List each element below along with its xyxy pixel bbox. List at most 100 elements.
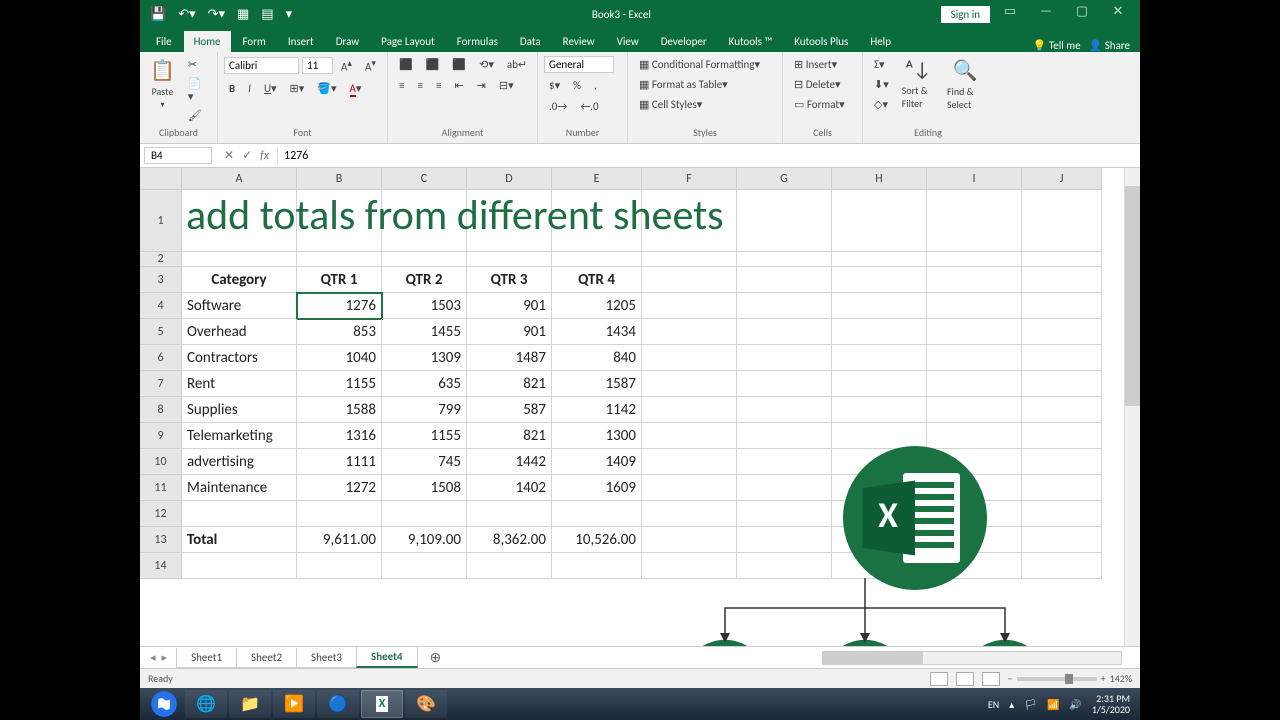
cell[interactable]: 9,109.00: [382, 527, 467, 553]
cell[interactable]: 1487: [467, 345, 552, 371]
cell[interactable]: advertising: [182, 449, 297, 475]
underline-button[interactable]: U▾: [259, 80, 282, 97]
cell[interactable]: 8,362.00: [467, 527, 552, 553]
cell[interactable]: 1455: [382, 319, 467, 345]
accounting-icon[interactable]: $▾: [544, 77, 565, 94]
taskbar-media-icon[interactable]: ▶️: [273, 690, 315, 718]
cell[interactable]: 10,526.00: [552, 527, 642, 553]
maximize-icon[interactable]: ▢: [1066, 4, 1098, 24]
tray-action-icon[interactable]: 🏳: [1024, 698, 1037, 711]
row-header[interactable]: 14: [140, 553, 182, 579]
tab-kutools-plus[interactable]: Kutools Plus: [784, 31, 858, 52]
tray-clock[interactable]: 2:31 PM 1/5/2020: [1092, 693, 1130, 715]
tab-view[interactable]: View: [607, 31, 649, 52]
cell[interactable]: 821: [467, 371, 552, 397]
tray-network-icon[interactable]: 📶: [1047, 698, 1059, 711]
cell[interactable]: 901: [467, 319, 552, 345]
align-center-icon[interactable]: ≡: [412, 77, 427, 94]
cell[interactable]: Rent: [182, 371, 297, 397]
cut-icon[interactable]: ✂: [183, 56, 211, 73]
sheet-nav-prev-icon[interactable]: ◂: [150, 651, 156, 664]
tray-lang[interactable]: EN: [988, 698, 999, 711]
merge-icon[interactable]: ⊟▾: [494, 77, 519, 94]
save-icon[interactable]: 💾: [150, 7, 166, 22]
clear-icon[interactable]: ◇▾: [869, 96, 894, 113]
worksheet-grid[interactable]: A B C D E F G H I J 1 2 3 4 5 6 7 8 9 10…: [140, 168, 1140, 646]
cell[interactable]: 1155: [382, 423, 467, 449]
decrease-font-icon[interactable]: A▾: [360, 56, 381, 76]
orientation-icon[interactable]: ⟲▾: [474, 56, 499, 73]
sort-filter-button[interactable]: ᴬ↓Sort & Filter: [898, 56, 939, 112]
zoom-level[interactable]: 142%: [1110, 672, 1132, 685]
cell[interactable]: 1205: [552, 293, 642, 319]
tab-page-layout[interactable]: Page Layout: [371, 31, 445, 52]
cell[interactable]: QTR 2: [382, 267, 467, 293]
sheet-nav-next-icon[interactable]: ▸: [162, 651, 168, 664]
cell[interactable]: Total: [182, 527, 297, 553]
tab-file[interactable]: File: [146, 31, 182, 52]
italic-button[interactable]: I: [243, 80, 256, 97]
col-header[interactable]: I: [927, 168, 1022, 190]
tab-draw[interactable]: Draw: [326, 31, 369, 52]
cell[interactable]: 799: [382, 397, 467, 423]
taskbar-ie-icon[interactable]: 🌐: [185, 690, 227, 718]
row-header[interactable]: 5: [140, 319, 182, 345]
cell[interactable]: QTR 1: [297, 267, 382, 293]
cell[interactable]: 1409: [552, 449, 642, 475]
cell[interactable]: 1609: [552, 475, 642, 501]
vertical-scrollbar[interactable]: [1124, 168, 1140, 646]
cell[interactable]: 1272: [297, 475, 382, 501]
ribbon-options-icon[interactable]: ▭: [994, 4, 1026, 24]
col-header[interactable]: D: [467, 168, 552, 190]
taskbar-excel-icon[interactable]: X: [361, 690, 403, 718]
zoom-slider[interactable]: [1017, 677, 1097, 681]
cell-styles-button[interactable]: ▦ Cell Styles▾: [634, 96, 776, 113]
row-header[interactable]: 9: [140, 423, 182, 449]
taskbar-explorer-icon[interactable]: 📁: [229, 690, 271, 718]
cell[interactable]: 9,611.00: [297, 527, 382, 553]
col-header[interactable]: F: [642, 168, 737, 190]
tab-data[interactable]: Data: [510, 31, 551, 52]
increase-font-icon[interactable]: A▴: [336, 56, 357, 76]
tab-kutools[interactable]: Kutools ™: [719, 31, 783, 52]
formula-input[interactable]: 1276: [277, 147, 1140, 165]
tab-form[interactable]: Form: [233, 31, 276, 52]
tray-arrow-icon[interactable]: ▴: [1009, 698, 1014, 711]
row-header[interactable]: 3: [140, 267, 182, 293]
row-header[interactable]: 11: [140, 475, 182, 501]
align-right-icon[interactable]: ≡: [431, 77, 446, 94]
tab-insert[interactable]: Insert: [278, 31, 324, 52]
undo-icon[interactable]: ↶▾: [178, 7, 195, 22]
font-size-combo[interactable]: 11: [302, 57, 333, 74]
row-header[interactable]: 4: [140, 293, 182, 319]
zoom-in-icon[interactable]: +: [1101, 672, 1106, 685]
cell[interactable]: 1508: [382, 475, 467, 501]
cell[interactable]: 1040: [297, 345, 382, 371]
fill-icon[interactable]: ⬇▾: [869, 76, 894, 93]
row-header[interactable]: 2: [140, 252, 182, 267]
horizontal-scrollbar[interactable]: [822, 651, 1122, 665]
cell[interactable]: Telemarketing: [182, 423, 297, 449]
fill-color-icon[interactable]: 🪣▾: [312, 80, 341, 97]
delete-cells-button[interactable]: ⊟ Delete▾: [789, 76, 856, 93]
page-break-view-icon[interactable]: [982, 672, 1000, 686]
cell[interactable]: 840: [552, 345, 642, 371]
inc-decimal-icon[interactable]: .0→: [544, 98, 572, 115]
cell[interactable]: 1588: [297, 397, 382, 423]
cell-selected[interactable]: 1276: [297, 293, 382, 319]
cell[interactable]: 901: [467, 293, 552, 319]
sheet-tab[interactable]: Sheet1: [176, 648, 237, 668]
cell[interactable]: 1503: [382, 293, 467, 319]
font-color-icon[interactable]: A▾: [345, 80, 367, 97]
qat-icon[interactable]: ▤: [261, 7, 273, 22]
cell[interactable]: Software: [182, 293, 297, 319]
cell[interactable]: 821: [467, 423, 552, 449]
col-header[interactable]: C: [382, 168, 467, 190]
cell[interactable]: 1587: [552, 371, 642, 397]
name-box[interactable]: B4: [144, 147, 212, 164]
number-format-combo[interactable]: General: [544, 56, 614, 73]
col-header[interactable]: E: [552, 168, 642, 190]
tab-help[interactable]: Help: [860, 31, 901, 52]
col-header[interactable]: A: [182, 168, 297, 190]
indent-inc-icon[interactable]: ⇥: [472, 77, 491, 94]
